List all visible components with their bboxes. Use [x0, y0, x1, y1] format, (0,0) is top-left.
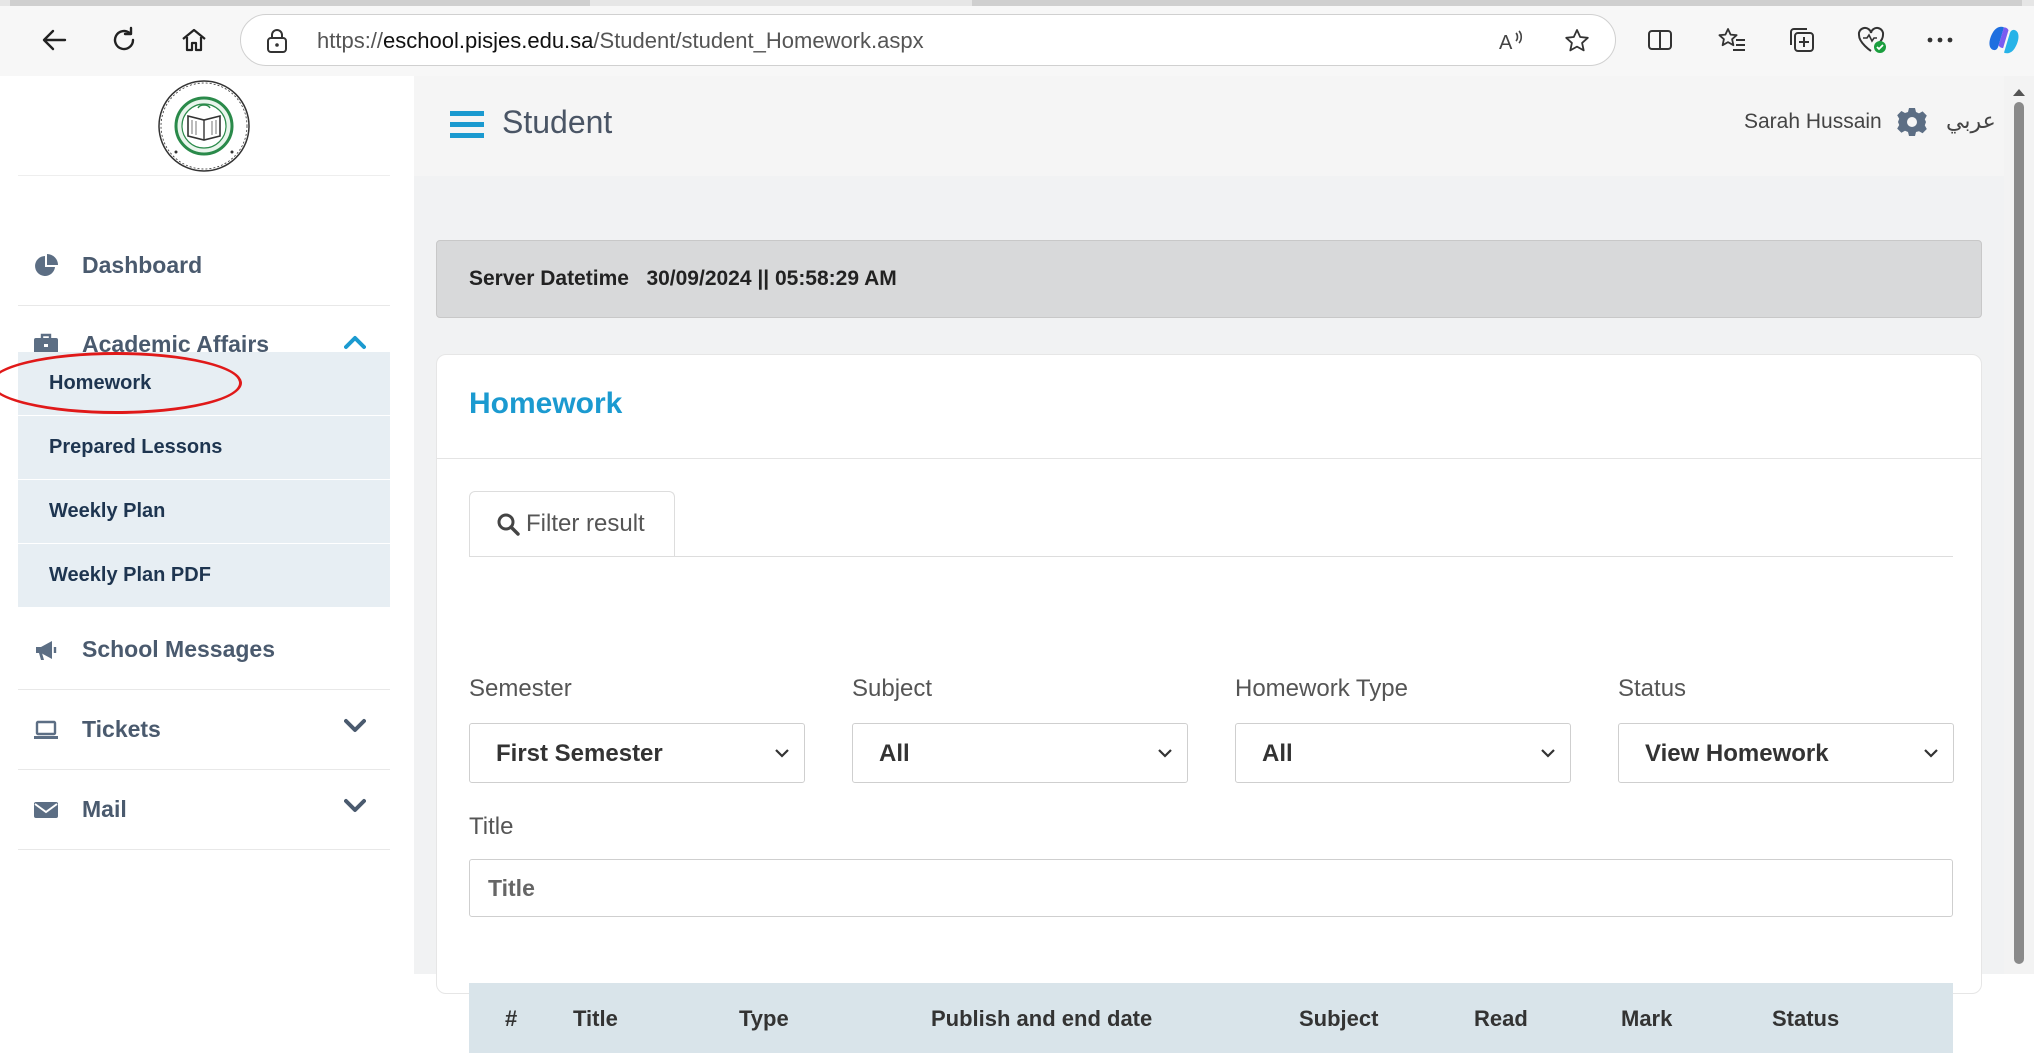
refresh-icon[interactable]: [106, 22, 142, 58]
school-seal-logo: [158, 79, 250, 172]
url-path: /Student/student_Homework.aspx: [593, 28, 924, 53]
column-header[interactable]: Publish and end date: [931, 1006, 1152, 1032]
title-input[interactable]: [469, 859, 1953, 917]
laptop-icon: [32, 716, 60, 744]
school-logo[interactable]: [18, 76, 390, 176]
language-toggle[interactable]: عربي: [1946, 108, 1996, 134]
top-bar: Student Sarah Hussain عربي: [414, 76, 2004, 176]
sidebar-subitem-label: Prepared Lessons: [49, 436, 223, 458]
divider: [437, 458, 1981, 459]
sidebar-subitem-label: Weekly Plan PDF: [49, 564, 211, 586]
subject-label: Subject: [852, 675, 933, 702]
read-aloud-icon[interactable]: A: [1497, 27, 1525, 55]
chevron-down-icon: [1923, 746, 1939, 764]
pie-chart-icon: [32, 252, 60, 280]
page-title: Student: [502, 104, 613, 140]
user-name[interactable]: Sarah Hussain: [1744, 110, 1882, 134]
select-value: All: [1262, 740, 1293, 767]
chevron-down-icon: [1157, 746, 1173, 764]
browser-tab[interactable]: [10, 0, 590, 6]
chevron-down-icon: [774, 746, 790, 764]
server-datetime-value: 30/09/2024 || 05:58:29 AM: [646, 267, 897, 290]
column-header[interactable]: Title: [573, 1006, 618, 1032]
sidebar-subitem-weekly-plan[interactable]: Weekly Plan: [18, 480, 390, 544]
sidebar-item-label: Dashboard: [82, 252, 203, 278]
sidebar-item-tickets[interactable]: Tickets: [18, 690, 390, 770]
browser-tab[interactable]: [972, 0, 2022, 6]
sidebar-subitem-label: Homework: [49, 372, 152, 394]
status-label: Status: [1618, 675, 1687, 702]
homework-type-label: Homework Type: [1235, 675, 1408, 702]
megaphone-icon: [32, 636, 60, 664]
sidebar-item-mail[interactable]: Mail: [18, 770, 390, 850]
server-datetime: Server Datetime 30/09/2024 || 05:58:29 A…: [469, 267, 897, 291]
select-value: View Homework: [1645, 740, 1829, 767]
column-header[interactable]: Status: [1772, 1006, 1839, 1032]
address-bar[interactable]: https://eschool.pisjes.edu.sa/Student/st…: [240, 14, 1616, 66]
column-header[interactable]: Subject: [1299, 1006, 1378, 1032]
sidebar: Dashboard Academic Affairs Homework Prep…: [18, 76, 390, 974]
sidebar-subitem-weekly-plan-pdf[interactable]: Weekly Plan PDF: [18, 544, 390, 608]
select-value: All: [879, 740, 910, 767]
card-title: Homework: [469, 387, 623, 420]
semester-select[interactable]: First Semester: [469, 723, 805, 783]
browser-toolbar: https://eschool.pisjes.edu.sa/Student/st…: [0, 0, 2034, 76]
status-select[interactable]: View Homework: [1618, 723, 1954, 783]
sidebar-item-label: School Messages: [82, 636, 276, 662]
chevron-down-icon[interactable]: [344, 798, 366, 819]
svg-text:A: A: [1499, 32, 1513, 54]
sidebar-subitem-homework[interactable]: Homework: [18, 352, 390, 416]
column-header[interactable]: Mark: [1621, 1006, 1672, 1032]
split-screen-icon[interactable]: [1642, 22, 1678, 58]
homework-type-select[interactable]: All: [1235, 723, 1571, 783]
gear-icon[interactable]: [1896, 106, 1928, 143]
tab-label: Filter result: [526, 510, 645, 537]
sidebar-subitem-prepared-lessons[interactable]: Prepared Lessons: [18, 416, 390, 480]
select-value: First Semester: [496, 740, 663, 767]
column-header[interactable]: Type: [739, 1006, 789, 1032]
envelope-icon: [32, 796, 60, 824]
home-icon[interactable]: [176, 22, 212, 58]
column-header[interactable]: #: [505, 1006, 517, 1032]
scroll-up-arrow-icon[interactable]: [2012, 84, 2026, 102]
favorites-icon[interactable]: [1714, 22, 1750, 58]
subject-select[interactable]: All: [852, 723, 1188, 783]
copilot-icon[interactable]: [1986, 22, 2022, 58]
url-host: eschool.pisjes.edu.sa: [383, 28, 594, 53]
collections-icon[interactable]: [1784, 22, 1820, 58]
table-header: # Title Type Publish and end date Subjec…: [469, 983, 1953, 1053]
url-text[interactable]: https://eschool.pisjes.edu.sa/Student/st…: [317, 28, 924, 54]
homework-card: Homework Filter result Semester First Se…: [436, 354, 1982, 1053]
more-options-icon[interactable]: [1922, 22, 1958, 58]
sidebar-item-label: Tickets: [82, 716, 161, 742]
column-header[interactable]: Read: [1474, 1006, 1528, 1032]
favorite-star-icon[interactable]: [1563, 27, 1591, 55]
main-content: Student Sarah Hussain عربي Server Dateti…: [414, 76, 2004, 1053]
lock-icon[interactable]: [265, 28, 289, 59]
sidebar-item-dashboard[interactable]: Dashboard: [18, 226, 390, 306]
sidebar-item-school-messages[interactable]: School Messages: [18, 610, 390, 690]
scrollbar-thumb[interactable]: [2014, 102, 2024, 964]
semester-label: Semester: [469, 675, 572, 702]
chevron-down-icon: [1540, 746, 1556, 764]
server-datetime-label: Server Datetime: [469, 267, 629, 290]
sidebar-subitem-label: Weekly Plan: [49, 500, 166, 522]
sidebar-item-label: Mail: [82, 796, 127, 822]
url-prefix: https://: [317, 28, 384, 53]
tab-divider: [469, 556, 1953, 557]
back-icon[interactable]: [36, 22, 72, 58]
title-label: Title: [469, 813, 514, 840]
chevron-down-icon[interactable]: [344, 718, 366, 739]
tab-filter-result[interactable]: Filter result: [469, 491, 675, 557]
server-datetime-bar: Server Datetime 30/09/2024 || 05:58:29 A…: [436, 240, 1982, 318]
hamburger-menu-icon[interactable]: [450, 110, 484, 145]
page-scrollbar[interactable]: [2004, 76, 2034, 974]
browser-essentials-icon[interactable]: [1854, 22, 1890, 58]
search-icon: [496, 512, 520, 536]
